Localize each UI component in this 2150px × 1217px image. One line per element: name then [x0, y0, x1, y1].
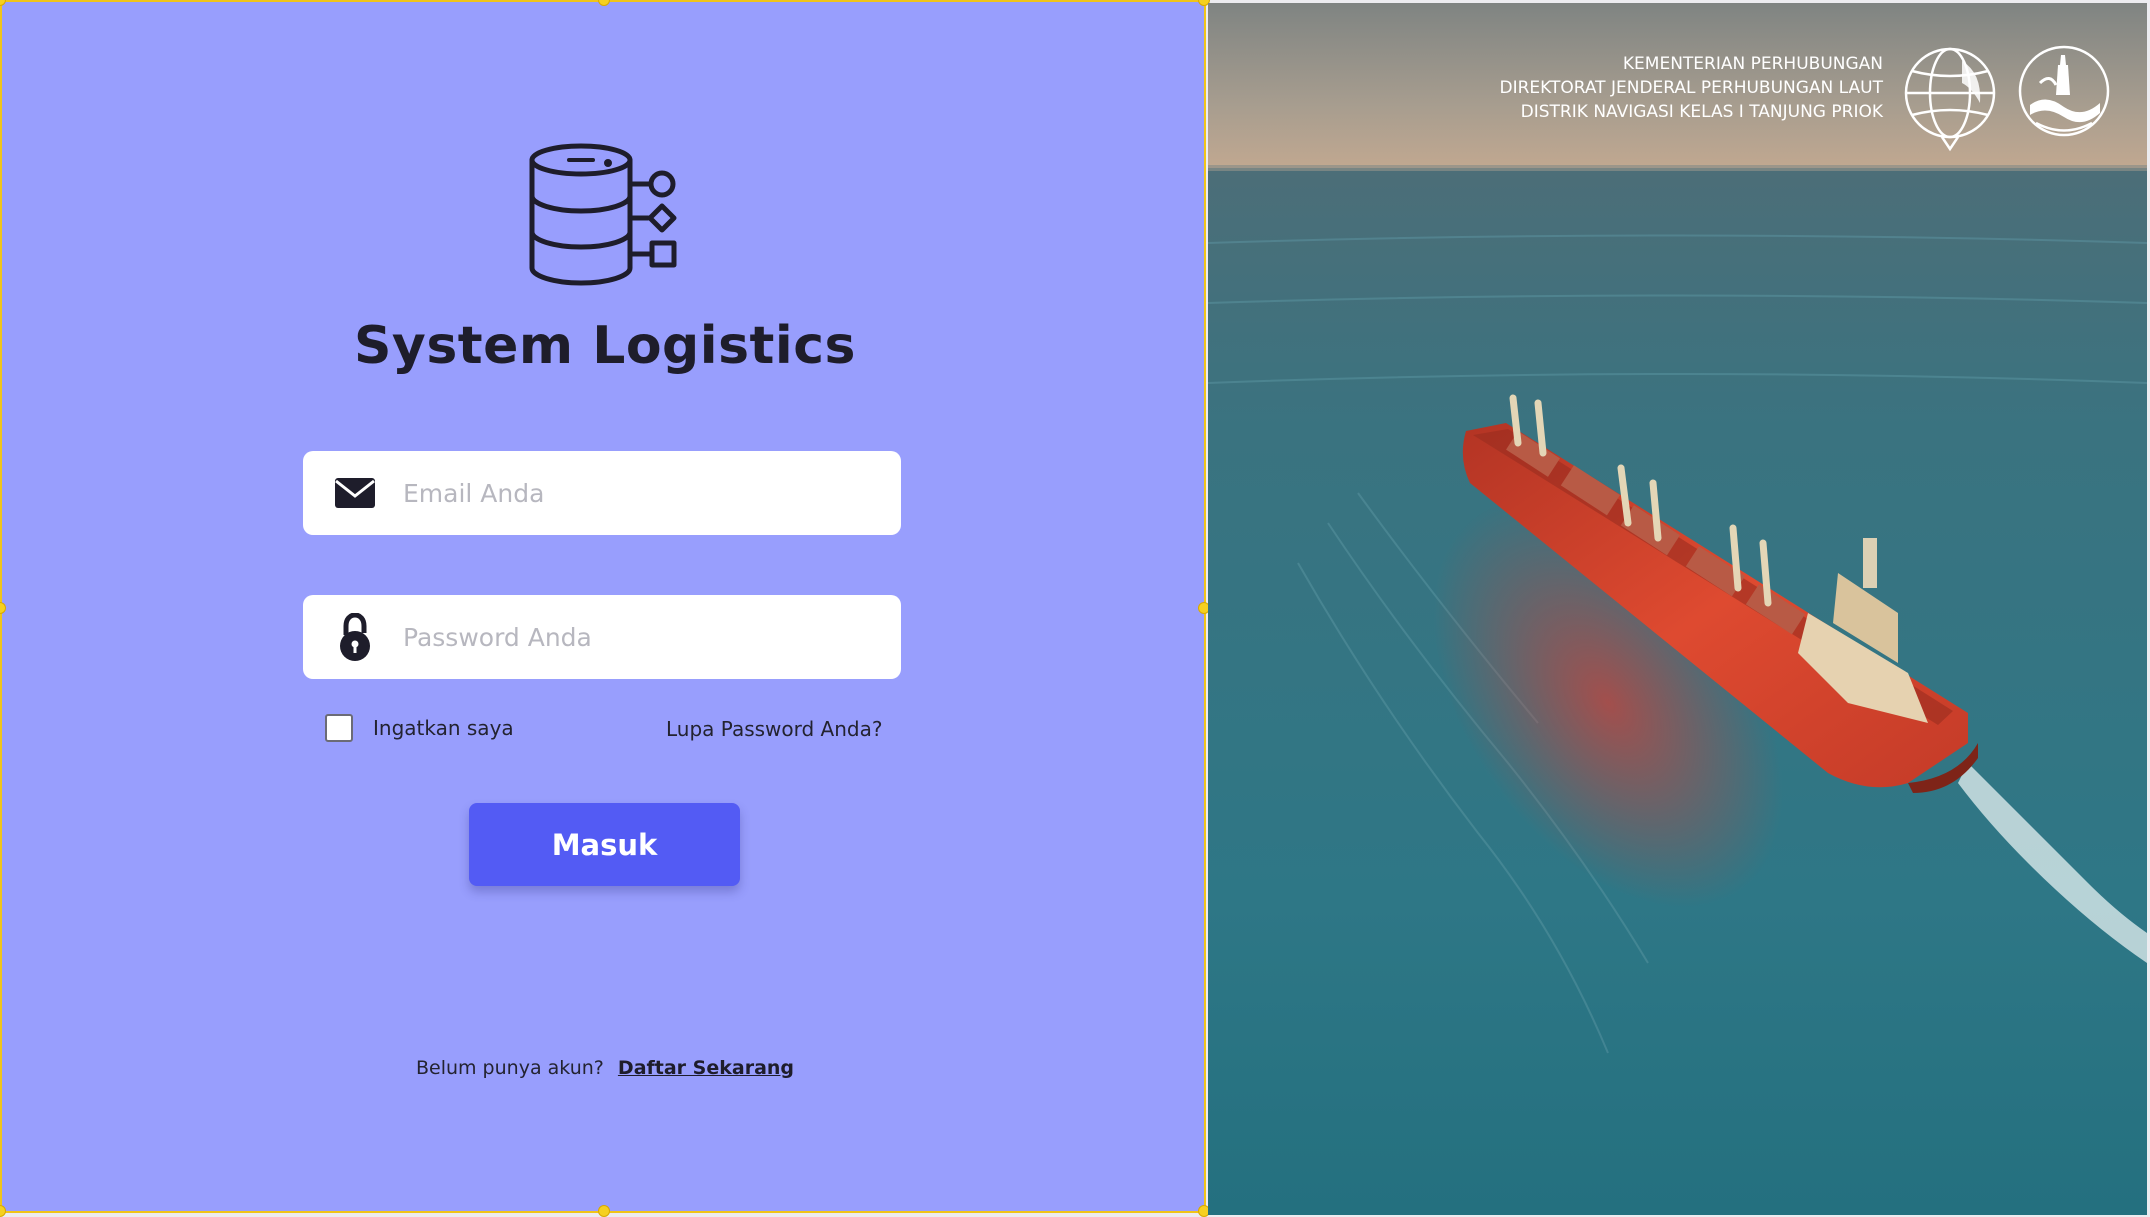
org-line: DISTRIK NAVIGASI KELAS I TANJUNG PRIOK [1520, 102, 1883, 122]
email-input[interactable] [401, 451, 881, 535]
password-input[interactable] [401, 595, 881, 679]
login-panel: System Logistics Ingatkan saya Lupa Pa [0, 0, 1210, 1217]
ship-at-sea-image [1208, 3, 2147, 1215]
hero-image-panel: KEMENTERIAN PERHUBUNGAN DIREKTORAT JENDE… [1208, 3, 2147, 1215]
database-icon [529, 143, 677, 286]
navigation-district-logo [2018, 45, 2110, 137]
login-page: System Logistics Ingatkan saya Lupa Pa [0, 0, 2150, 1217]
signup-link[interactable]: Daftar Sekarang [618, 1057, 794, 1079]
password-field[interactable] [303, 595, 901, 679]
resize-handle[interactable] [0, 1205, 6, 1217]
signup-row: Belum punya akun? Daftar Sekarang [2, 1057, 1208, 1079]
org-line: KEMENTERIAN PERHUBUNGAN [1622, 54, 1883, 74]
resize-handle[interactable] [598, 1205, 610, 1217]
ministry-globe-logo [1904, 47, 1996, 152]
remember-checkbox[interactable] [325, 714, 353, 742]
resize-handle[interactable] [0, 602, 6, 614]
resize-handle[interactable] [0, 0, 6, 6]
forgot-password-link[interactable]: Lupa Password Anda? [666, 717, 882, 741]
login-button[interactable]: Masuk [469, 803, 740, 886]
resize-handle[interactable] [598, 0, 610, 6]
remember-label: Ingatkan saya [373, 716, 514, 740]
remember-me[interactable]: Ingatkan saya [325, 714, 514, 742]
envelope-icon [335, 478, 375, 508]
email-field[interactable] [303, 451, 901, 535]
organization-name: KEMENTERIAN PERHUBUNGAN DIREKTORAT JENDE… [1500, 52, 1884, 124]
signup-prompt: Belum punya akun? [415, 1057, 604, 1079]
lock-icon [340, 613, 370, 661]
app-title: System Logistics [353, 316, 857, 376]
org-line: DIREKTORAT JENDERAL PERHUBUNGAN LAUT [1499, 78, 1884, 98]
